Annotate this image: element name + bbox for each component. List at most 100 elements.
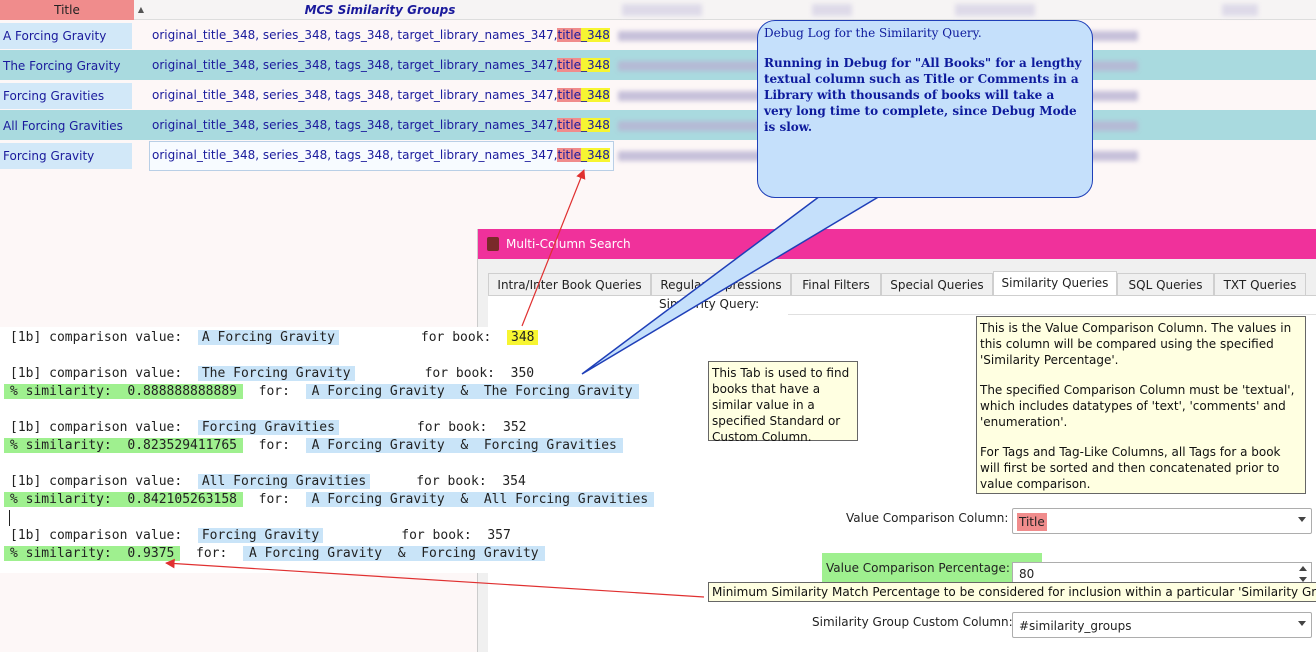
mcs-cell-text: original_title_348, series_348, tags_348… [152, 118, 558, 132]
chevron-down-icon[interactable] [1298, 621, 1306, 626]
value-comparison-column-value: Title [1017, 513, 1047, 531]
log-label: % similarity: [10, 384, 128, 399]
dialog-titlebar[interactable]: Multi-Column Search [478, 229, 1316, 259]
log-label: for: [258, 438, 306, 453]
log-line-similarity: % similarity: 0.823529411765 for: A Forc… [4, 438, 623, 453]
log-label: % similarity: [10, 546, 128, 561]
app-icon [487, 237, 499, 251]
log-label: [1b] comparison value: [10, 330, 198, 345]
log-label: for book: [416, 474, 503, 489]
log-book-id: 352 [503, 420, 527, 435]
log-pair-b: Forcing Gravity [421, 546, 539, 561]
log-similarity-value: 0.842105263158 [127, 492, 237, 507]
log-label: for book: [401, 528, 488, 543]
log-label: [1b] comparison value: [10, 528, 198, 543]
log-label: [1b] comparison value: [10, 366, 198, 381]
log-pair: A Forcing Gravity & All Forcing Gravitie… [305, 492, 655, 507]
tab-special-queries[interactable]: Special Queries [881, 273, 993, 295]
tab-txt-queries[interactable]: TXT Queries [1214, 273, 1306, 295]
log-similarity-value: 0.888888888889 [127, 384, 237, 399]
log-book-id: 357 [487, 528, 511, 543]
title-cell[interactable]: The Forcing Gravity [0, 53, 132, 79]
log-line-comparison: [1b] comparison value: Forcing Gravities… [10, 420, 526, 435]
similarity-group-column-label: Similarity Group Custom Column: [812, 615, 1013, 629]
tab-intra-inter-book-queries[interactable]: Intra/Inter Book Queries [488, 273, 651, 295]
mcs-cell[interactable]: original_title_348, series_348, tags_348… [150, 110, 612, 140]
value-column-tooltip: This is the Value Comparison Column. The… [976, 316, 1306, 494]
log-pair-a: A Forcing Gravity [311, 492, 445, 507]
mcs-title-highlight: title [557, 28, 581, 42]
log-book-id: 350 [510, 366, 535, 381]
log-pair-b: Forcing Gravities [483, 438, 617, 453]
title-cell[interactable]: A Forcing Gravity [0, 23, 132, 49]
mcs-cell-text: original_title_348, series_348, tags_348… [152, 148, 558, 162]
mcs-book-id-highlight: _348 [580, 88, 610, 102]
column-header-title[interactable]: Title [0, 0, 134, 20]
log-label: [1b] comparison value: [10, 420, 198, 435]
log-line-similarity: % similarity: 0.9375 for: A Forcing Grav… [4, 546, 545, 561]
tooltip-paragraph: The specified Comparison Column must be … [980, 383, 1295, 429]
tab-final-filters[interactable]: Final Filters [791, 273, 881, 295]
column-header-mcs-similarity-groups[interactable]: MCS Similarity Groups [150, 0, 610, 20]
log-pair-a: A Forcing Gravity [311, 384, 445, 399]
log-pair-a: A Forcing Gravity [249, 546, 383, 561]
log-line-similarity: % similarity: 0.888888888889 for: A Forc… [4, 384, 639, 399]
log-book-id: 348 [507, 330, 539, 345]
chevron-down-icon[interactable] [1298, 517, 1306, 522]
tab-similarity-queries[interactable]: Similarity Queries [993, 271, 1117, 296]
log-pair-a: A Forcing Gravity [311, 438, 445, 453]
book-list-header: Title ▲ MCS Similarity Groups [0, 0, 1316, 20]
log-similarity-value: 0.9375 [127, 546, 175, 561]
log-label: for: [258, 492, 306, 507]
title-cell[interactable]: Forcing Gravity [0, 143, 132, 169]
log-comparison-value: Forcing Gravity [197, 528, 324, 543]
mcs-cell[interactable]: original_title_348, series_348, tags_348… [150, 50, 612, 80]
mcs-title-highlight: title [557, 88, 581, 102]
tab-sql-queries[interactable]: SQL Queries [1117, 273, 1214, 295]
mcs-cell-text: original_title_348, series_348, tags_348… [152, 88, 558, 102]
mcs-book-id-highlight: _348 [580, 148, 610, 162]
log-line-similarity: % similarity: 0.842105263158 for: A Forc… [4, 492, 655, 507]
log-similarity-value: 0.823529411765 [127, 438, 237, 453]
mcs-title-highlight: title [557, 58, 581, 72]
value-comparison-percentage-label: Value Comparison Percentage: [822, 553, 1042, 585]
mcs-cell-text: original_title_348, series_348, tags_348… [152, 58, 558, 72]
sort-up-icon[interactable]: ▲ [134, 0, 148, 20]
mcs-book-id-highlight: _348 [580, 118, 610, 132]
log-similarity: % similarity: 0.9375 [4, 546, 181, 561]
tooltip-paragraph: This is the Value Comparison Column. The… [980, 321, 1292, 367]
mcs-cell[interactable]: original_title_348, series_348, tags_348… [150, 140, 612, 170]
log-label: for book: [420, 330, 507, 345]
log-similarity: % similarity: 0.888888888889 [4, 384, 243, 399]
log-pair: A Forcing Gravity & Forcing Gravity [243, 546, 545, 561]
similarity-query-label: Similarity Query: [659, 297, 760, 311]
percentage-value: 80 [1019, 567, 1035, 581]
similarity-group-column-select[interactable]: #similarity_groups [1012, 612, 1312, 638]
tab-regular-expressions[interactable]: Regular Expressions [651, 273, 791, 295]
title-cell[interactable]: All Forcing Gravities [0, 113, 132, 139]
log-line-comparison: [1b] comparison value: The Forcing Gravi… [10, 366, 534, 381]
tooltip-paragraph: For Tags and Tag-Like Columns, all Tags … [980, 445, 1281, 491]
log-label: [1b] comparison value: [10, 474, 198, 489]
mcs-cell[interactable]: original_title_348, series_348, tags_348… [150, 80, 612, 110]
log-pair-b: All Forcing Gravities [483, 492, 649, 507]
log-book-id: 354 [502, 474, 526, 489]
spin-up-icon[interactable] [1299, 566, 1307, 571]
value-comparison-column-select[interactable]: Title [1012, 508, 1312, 534]
log-ampersand: & [444, 492, 484, 507]
log-label: for: [196, 546, 243, 561]
log-pair-b: The Forcing Gravity [483, 384, 633, 399]
log-label: for book: [416, 420, 503, 435]
log-label: % similarity: [10, 438, 128, 453]
tab-tooltip: This Tab is used to find books that have… [708, 361, 858, 444]
group-box-border [788, 314, 1316, 315]
callout-title: Debug Log for the Similarity Query. [764, 26, 982, 40]
mcs-title-highlight: title [557, 148, 581, 162]
callout-body: Running in Debug for "All Books" for a l… [764, 56, 1082, 134]
title-cell[interactable]: Forcing Gravities [0, 83, 132, 109]
mcs-title-highlight: title [557, 118, 581, 132]
value-comparison-column-label: Value Comparison Column: [846, 511, 1009, 525]
log-ampersand: & [444, 384, 484, 399]
log-line-comparison: [1b] comparison value: A Forcing Gravity… [10, 330, 539, 345]
mcs-cell[interactable]: original_title_348, series_348, tags_348… [150, 20, 612, 50]
